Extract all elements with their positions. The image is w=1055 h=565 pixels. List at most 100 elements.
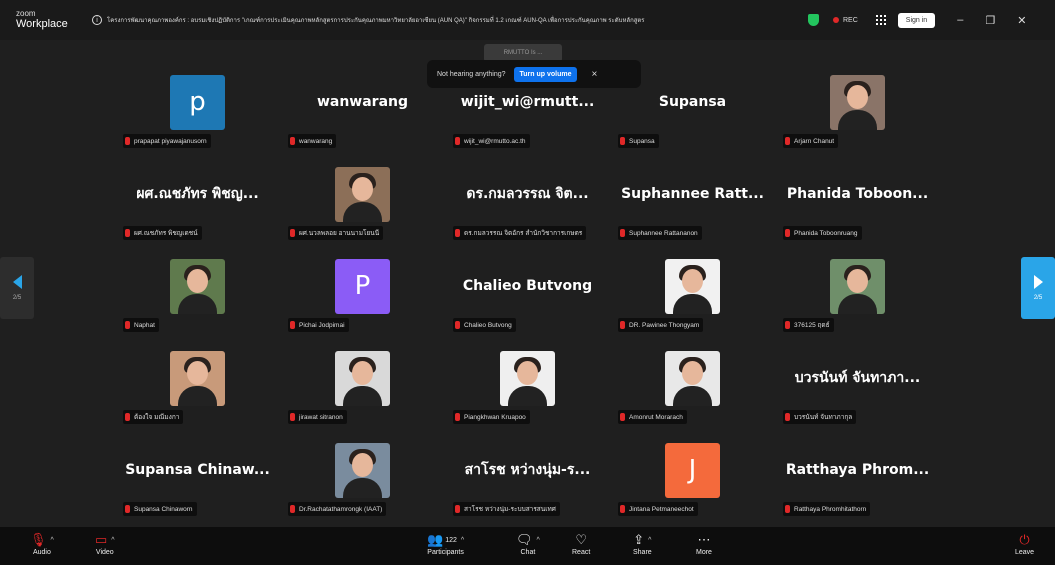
participant-display-name: บวรนันท์ จันทาภา...	[794, 370, 921, 386]
participant-tile[interactable]: ผศ.ณชภัทร พิชญ... ผศ.ณชภัทร พิชญเดชน์	[115, 162, 280, 252]
participant-tile[interactable]: Chalieo Butvong Chalieo Butvong	[445, 254, 610, 344]
participant-video-area: ดร.กมลวรรณ จิต...	[445, 162, 610, 226]
chat-button[interactable]: 🗨 ^ Chat	[516, 531, 540, 556]
react-heart-icon: ♡	[575, 532, 587, 547]
participant-name-label: Phanida Toboonruang	[783, 226, 862, 240]
more-button[interactable]: ⋯ More	[696, 531, 712, 556]
participant-name-text: Supansa Chinaworn	[134, 505, 193, 513]
participant-tile[interactable]: ดร.กมลวรรณ จิต... ดร.กมลวรรณ จิตอักร สำนั…	[445, 162, 610, 252]
participant-tile[interactable]: Arjarn Chanut	[775, 70, 940, 160]
participant-name-label: Amonrut Morarach	[618, 410, 687, 424]
view-grid-icon[interactable]	[875, 15, 886, 25]
mic-muted-icon	[785, 321, 790, 329]
participant-name-label: Dr.Rachatathamrongk (IAAT)	[288, 502, 387, 516]
previous-page-button[interactable]: 2/5	[0, 257, 34, 319]
close-icon[interactable]: ✕	[1017, 14, 1026, 27]
participant-tile[interactable]: DR. Pawinee Thongyam	[610, 254, 775, 344]
participants-button[interactable]: 👥 122 ^ Participants	[427, 531, 464, 556]
participant-display-name: Chalieo Butvong	[462, 278, 593, 294]
arrow-left-icon	[12, 275, 22, 289]
participant-tile[interactable]: wijit_wi@rmutt... wijit_wi@rmutto.ac.th	[445, 70, 610, 160]
more-icon: ⋯	[697, 532, 711, 547]
participants-caret-icon[interactable]: ^	[461, 537, 464, 544]
participant-name-label: 376125 ฤดธ์	[783, 318, 834, 332]
participant-name-text: สาโรช หว่างนุ่ม-ระบบสารสนเทศ	[464, 506, 556, 513]
chat-label: Chat	[520, 549, 536, 556]
participant-display-name: wanwarang	[316, 94, 409, 110]
participant-tile[interactable]: Amonrut Morarach	[610, 346, 775, 436]
participant-name-text: บวรนันท์ จันทาภากุล	[794, 414, 853, 421]
participant-tile[interactable]: Ratthaya Phrom... Ratthaya Phromhitathorn	[775, 438, 940, 528]
participant-name-label: Ratthaya Phromhitathorn	[783, 502, 871, 516]
participant-tile[interactable]: wanwarang wanwarang	[280, 70, 445, 160]
mic-muted-icon	[785, 229, 790, 237]
participant-video-area	[115, 254, 280, 318]
chat-icon: 🗨	[516, 532, 533, 547]
participant-tile[interactable]: สาโรช หว่างนุ่ม-ร... สาโรช หว่างนุ่ม-ระบบ…	[445, 438, 610, 528]
participant-count: 122	[445, 536, 457, 544]
participant-tile[interactable]: J Jintana Petmaneechot	[610, 438, 775, 528]
participant-tile[interactable]: p prapapat piyawajanusorn	[115, 70, 280, 160]
video-off-icon: ▭	[95, 532, 108, 547]
participant-video-area: p	[115, 70, 280, 134]
participant-name-text: Naphat	[134, 321, 155, 329]
react-button[interactable]: ♡ React	[572, 531, 590, 556]
participant-name-label: Piangkhwan Kruapoo	[453, 410, 530, 424]
sign-in-button[interactable]: Sign in	[897, 12, 936, 28]
participant-tile[interactable]: ต้องใจ มณีมงกา	[115, 346, 280, 436]
participant-photo-avatar	[665, 258, 720, 314]
participant-tile[interactable]: บวรนันท์ จันทาภา... บวรนันท์ จันทาภากุล	[775, 346, 940, 436]
participant-tile[interactable]: Phanida Toboon... Phanida Toboonruang	[775, 162, 940, 252]
mic-muted-icon	[290, 505, 295, 513]
video-button[interactable]: ▭ ^ Video	[95, 531, 115, 556]
meeting-info[interactable]: i โครงการพัฒนาคุณภาพองค์กร : อบรมเชิงปฏิ…	[92, 15, 782, 25]
participants-icon: 👥	[427, 532, 444, 547]
participant-tile[interactable]: jirawat sitranon	[280, 346, 445, 436]
participant-tile[interactable]: Dr.Rachatathamrongk (IAAT)	[280, 438, 445, 528]
participant-name-label: Pichai Jodpimai	[288, 318, 349, 332]
participant-video-area	[775, 254, 940, 318]
participant-grid: p prapapat piyawajanusorn wanwarang wanwara…	[115, 70, 939, 525]
mic-muted-icon	[785, 413, 790, 421]
participant-video-area: Suphannee Ratt...	[610, 162, 775, 226]
logo-zoom-text: zoom	[16, 9, 36, 18]
mic-muted-icon	[290, 137, 295, 145]
encryption-shield-icon[interactable]	[808, 14, 819, 26]
participant-video-area	[115, 346, 280, 410]
participant-tile[interactable]: P Pichai Jodpimai	[280, 254, 445, 344]
next-page-button[interactable]: 2/5	[1021, 257, 1055, 319]
audio-options-caret-icon[interactable]: ^	[51, 537, 54, 544]
participant-tile[interactable]: Naphat	[115, 254, 280, 344]
participant-name-label: Supansa	[618, 134, 659, 148]
share-caret-icon[interactable]: ^	[648, 537, 651, 544]
share-button[interactable]: ⇪ ^ Share	[633, 531, 652, 556]
participant-tile[interactable]: Suphannee Ratt... Suphannee Rattananon	[610, 162, 775, 252]
mic-muted-icon	[125, 505, 130, 513]
participant-name-label: Chalieo Butvong	[453, 318, 516, 332]
participant-tile[interactable]: 376125 ฤดธ์	[775, 254, 940, 344]
participant-video-area	[445, 346, 610, 410]
mic-muted-icon	[125, 229, 130, 237]
participant-display-name: Ratthaya Phrom...	[785, 462, 930, 478]
participant-video-area: wijit_wi@rmutt...	[445, 70, 610, 134]
video-options-caret-icon[interactable]: ^	[111, 537, 114, 544]
participant-video-area: Ratthaya Phrom...	[775, 438, 940, 502]
participant-tile[interactable]: Supansa Supansa	[610, 70, 775, 160]
participant-tile[interactable]: ผศ.นวลพลอย อานนามโยนนี	[280, 162, 445, 252]
participant-name-text: Supansa	[629, 137, 655, 145]
record-dot-icon	[833, 17, 839, 23]
info-icon[interactable]: i	[92, 15, 102, 25]
leave-button[interactable]: ⏻ Leave	[1015, 531, 1034, 556]
participant-name-text: Pichai Jodpimai	[299, 321, 345, 329]
chat-caret-icon[interactable]: ^	[537, 537, 540, 544]
minimize-icon[interactable]: –	[957, 14, 963, 26]
audio-button[interactable]: 🎙 ^ Audio	[30, 531, 54, 556]
participant-tile[interactable]: Supansa Chinaw... Supansa Chinaworn	[115, 438, 280, 528]
restore-icon[interactable]: ❐	[985, 14, 995, 27]
recording-indicator[interactable]: REC	[833, 17, 858, 24]
participant-photo-avatar	[170, 350, 225, 406]
participant-name-label: Naphat	[123, 318, 159, 332]
mic-muted-icon	[125, 413, 130, 421]
leave-icon: ⏻	[1019, 532, 1030, 547]
participant-tile[interactable]: Piangkhwan Kruapoo	[445, 346, 610, 436]
